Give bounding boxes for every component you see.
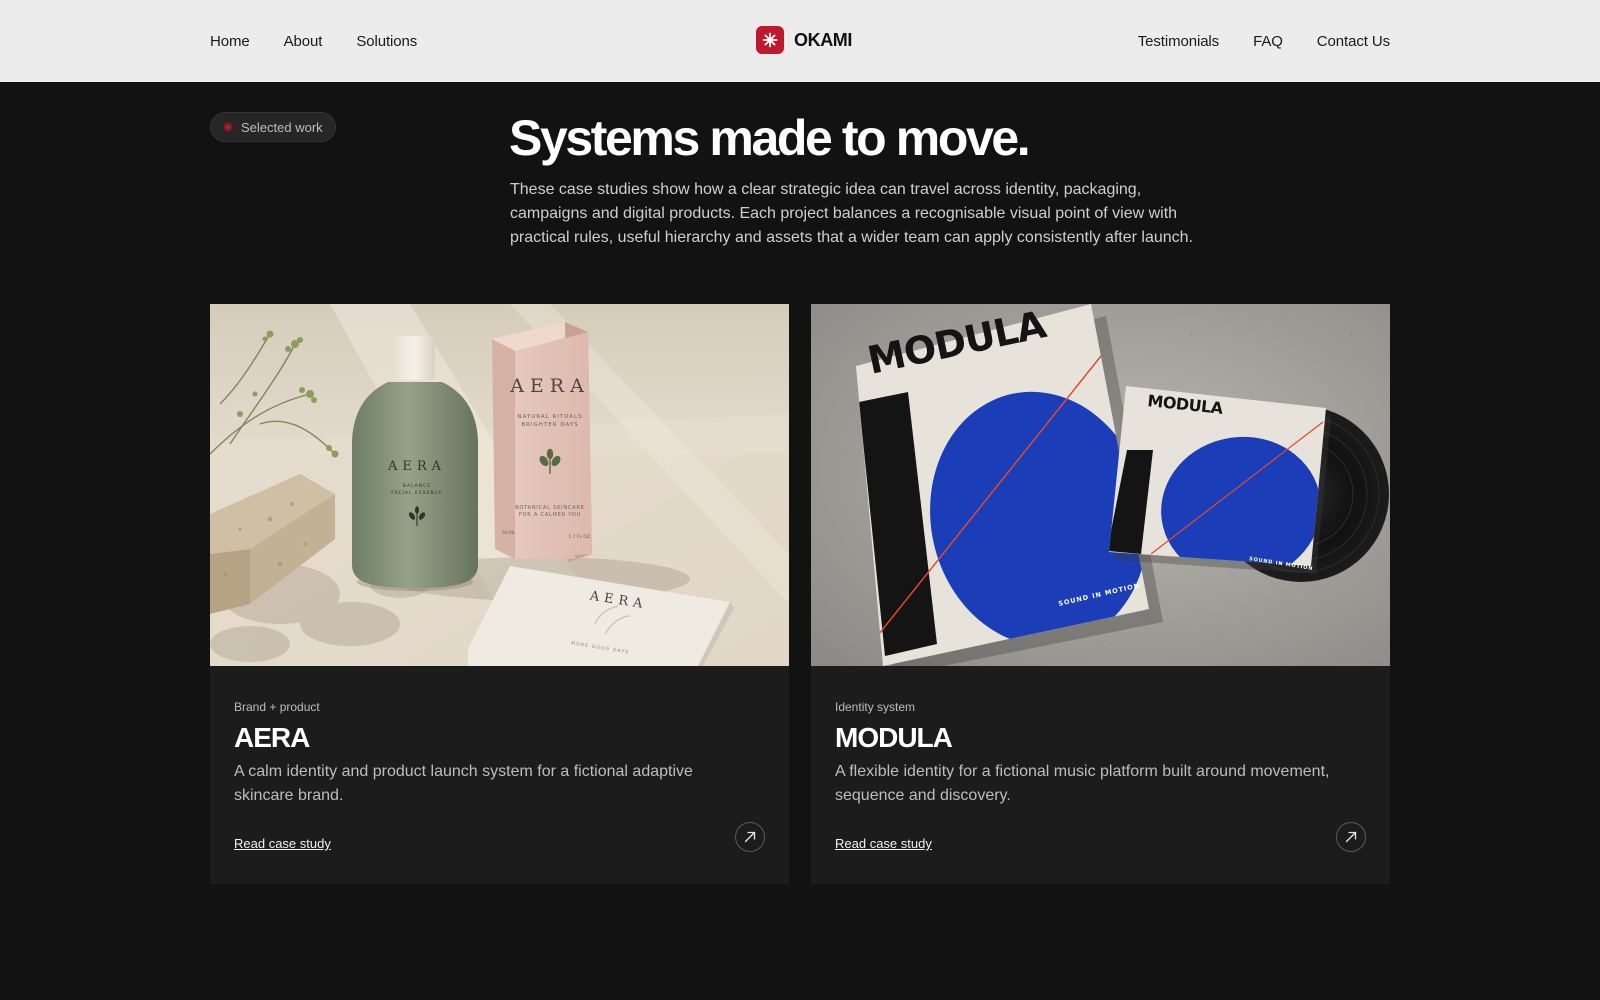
case-study-card-aera[interactable]: AERA NATURAL RITUALS BRIGHTER DAYS BOTAN… — [210, 304, 789, 884]
read-case-study-link[interactable]: Read case study — [835, 836, 932, 851]
nav-link-testimonials[interactable]: Testimonials — [1138, 33, 1219, 50]
nav-link-faq[interactable]: FAQ — [1253, 33, 1283, 50]
card-title: MODULA — [835, 722, 953, 753]
card-category: Brand + product — [234, 700, 320, 714]
selected-work-badge: Selected work — [210, 112, 336, 142]
read-case-study-link[interactable]: Read case study — [234, 836, 331, 851]
case-study-card-modula[interactable]: MODULA SOUND IN MOTION MODULA SOUND IN M… — [811, 304, 1390, 884]
burst-logo-icon — [756, 26, 784, 54]
aera-bottle-line1: BALANCE — [403, 483, 431, 489]
nav-link-home[interactable]: Home — [210, 33, 250, 50]
nav-left: Home About Solutions — [210, 0, 417, 82]
nav-right: Testimonials FAQ Contact Us — [1138, 0, 1390, 82]
aera-box-line2: BRIGHTER DAYS — [521, 422, 578, 428]
aera-bottle-brand: AERA — [387, 459, 446, 474]
aera-bottle-line2: FACIAL ESSENCE — [391, 490, 442, 496]
aera-product-image: AERA NATURAL RITUALS BRIGHTER DAYS BOTAN… — [210, 304, 789, 666]
aera-box-ounces: 1.7 FL OZ — [568, 534, 590, 540]
aera-box-volume: 50 ML — [502, 530, 516, 536]
brand-name: OKAMI — [794, 29, 852, 50]
card-category: Identity system — [835, 700, 916, 714]
nav-link-solutions[interactable]: Solutions — [356, 33, 417, 50]
aera-box-foot1: BOTANICAL SKINCARE — [515, 505, 584, 511]
arrow-up-right-icon[interactable] — [1336, 822, 1366, 852]
card-description: A calm identity and product launch syste… — [234, 763, 693, 804]
aera-box-foot2: FOR A CALMER YOU — [519, 512, 581, 518]
page-title: Systems made to move. — [509, 110, 1031, 166]
nav-link-contact[interactable]: Contact Us — [1317, 33, 1390, 50]
page-intro: These case studies show how a clear stra… — [510, 181, 1194, 246]
aera-box-brand: AERA — [509, 375, 590, 397]
nav-link-about[interactable]: About — [284, 33, 323, 50]
modula-record-image: MODULA SOUND IN MOTION MODULA SOUND IN M… — [811, 304, 1390, 666]
card-title: AERA — [234, 722, 310, 753]
burst-badge-icon — [223, 122, 233, 132]
card-description: A flexible identity for a fictional musi… — [835, 763, 1330, 804]
arrow-up-right-icon[interactable] — [735, 822, 765, 852]
top-nav: Home About Solutions OKAMI Testimonials … — [0, 0, 1600, 82]
aera-box-line1: NATURAL RITUALS — [517, 414, 582, 420]
brand-logo[interactable]: OKAMI — [756, 26, 852, 54]
badge-label: Selected work — [241, 119, 323, 135]
